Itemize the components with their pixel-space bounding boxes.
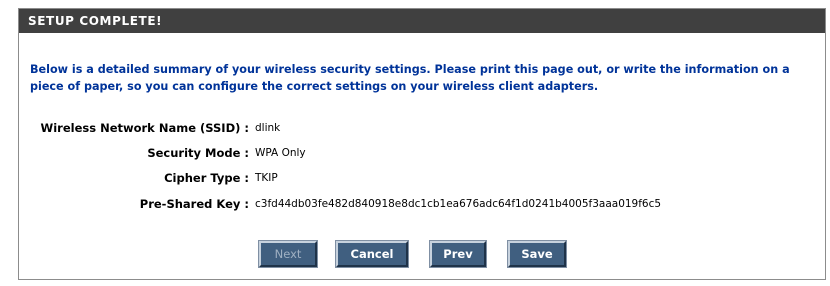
security-mode-label: Security Mode : [147,146,249,160]
cipher-type-row: Cipher Type : TKIP [19,169,819,187]
ssid-row: Wireless Network Name (SSID) : dlink [19,119,819,137]
next-button[interactable]: Next [258,240,318,268]
ssid-value: dlink [255,122,281,134]
security-mode-value: WPA Only [255,147,306,159]
psk-row: Pre-Shared Key : c3fd44db03fe482d840918e… [19,195,819,213]
intro-text: Below is a detailed summary of your wire… [30,63,790,93]
psk-label: Pre-Shared Key : [139,197,249,211]
cipher-type-label: Cipher Type : [164,171,249,185]
cancel-button[interactable]: Cancel [335,240,409,268]
save-button[interactable]: Save [507,240,567,268]
security-mode-row: Security Mode : WPA Only [19,144,819,162]
cipher-type-value: TKIP [255,172,278,184]
panel-title: SETUP COMPLETE! [19,9,825,33]
psk-value: c3fd44db03fe482d840918e8dc1cb1ea676adc64… [255,198,662,210]
prev-button[interactable]: Prev [429,240,487,268]
setup-complete-panel: SETUP COMPLETE! Below is a detailed summ… [18,8,826,280]
ssid-label: Wireless Network Name (SSID) : [40,121,249,135]
